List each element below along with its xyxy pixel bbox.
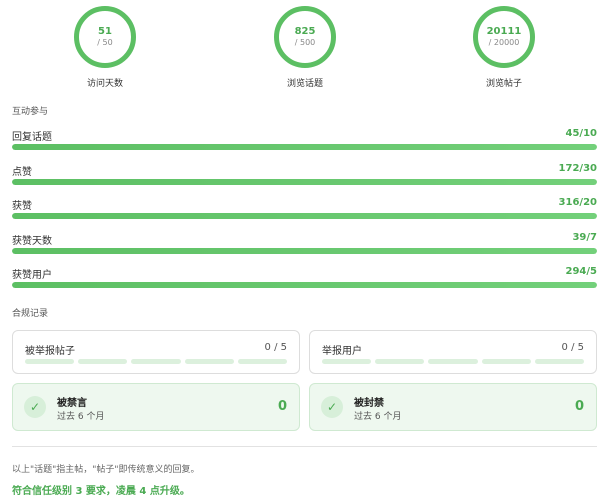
ring-label: 浏览帖子 <box>485 79 522 89</box>
bar-value: 39/7 <box>572 232 597 243</box>
ring-label: 浏览话题 <box>286 79 323 89</box>
segment <box>322 359 372 364</box>
reported-posts-card: 被举报帖子 0 / 5 <box>12 330 300 374</box>
bar-liked-days: 获赞天数 39/7 <box>12 232 597 260</box>
stat-rings: 51 / 50 访问天数 825 / 500 浏览话题 20111 / 2000… <box>0 6 608 96</box>
bar-value: 294/5 <box>565 266 597 277</box>
segment <box>481 359 531 364</box>
progress-track <box>12 179 597 185</box>
segment <box>428 359 478 364</box>
card-title: 举报用户 <box>322 346 362 357</box>
bar-label: 获赞天数 <box>12 236 52 247</box>
bar-label: 回复话题 <box>12 132 52 143</box>
progress-fill <box>12 248 597 254</box>
ring-posts-read: 20111 / 20000 浏览帖子 <box>444 6 564 89</box>
ring-value: 20111 <box>486 26 522 37</box>
progress-ring: 51 / 50 <box>74 6 136 68</box>
ring-max: / 20000 <box>488 38 520 47</box>
card-count: 0 <box>277 399 287 414</box>
card-subtitle: 过去 6 个月 <box>354 412 402 422</box>
card-subtitle: 过去 6 个月 <box>57 412 105 422</box>
progress-fill <box>12 179 597 185</box>
segment-bar <box>25 359 288 364</box>
ring-visit-days: 51 / 50 访问天数 <box>45 6 165 89</box>
progress-track <box>12 144 597 150</box>
ring-topics-viewed: 825 / 500 浏览话题 <box>245 6 365 89</box>
check-icon: ✓ <box>24 396 46 418</box>
progress-track <box>12 248 597 254</box>
card-count: 0 / 5 <box>264 342 287 353</box>
bar-value: 316/20 <box>558 197 597 208</box>
suspended-card: ✓ 被封禁 过去 6 个月 0 <box>309 383 597 431</box>
ring-max: / 50 <box>97 38 113 47</box>
segment <box>534 359 585 364</box>
progress-ring: 20111 / 20000 <box>473 6 535 68</box>
progress-track <box>12 213 597 219</box>
silenced-card: ✓ 被禁言 过去 6 个月 0 <box>12 383 300 431</box>
bar-value: 172/30 <box>558 163 597 174</box>
interaction-section-title: 互动参与 <box>12 107 49 117</box>
compliance-section-title: 合规记录 <box>12 309 49 319</box>
check-icon: ✓ <box>321 396 343 418</box>
segment <box>184 359 234 364</box>
bar-replied-topics: 回复话题 45/10 <box>12 128 597 156</box>
progress-fill <box>12 144 597 150</box>
footnote: 以上"话题"指主帖，"帖子"即传统意义的回复。 <box>12 465 200 475</box>
ring-max: / 500 <box>294 38 316 47</box>
ring-label: 访问天数 <box>86 79 123 89</box>
ring-value: 825 <box>294 26 316 37</box>
bar-label: 获赞 <box>12 201 32 212</box>
status-summary: 符合信任级别 3 要求，凌晨 4 点升级。 <box>12 486 190 497</box>
card-title: 被封禁 <box>354 398 384 409</box>
bar-liked-users: 获赞用户 294/5 <box>12 266 597 294</box>
progress-ring: 825 / 500 <box>274 6 336 68</box>
bar-likes-given: 点赞 172/30 <box>12 163 597 191</box>
segment <box>25 359 75 364</box>
segment <box>78 359 128 364</box>
bar-value: 45/10 <box>565 128 597 139</box>
card-count: 0 <box>574 399 584 414</box>
progress-track <box>12 282 597 288</box>
ring-value: 51 <box>98 26 112 37</box>
progress-fill <box>12 282 597 288</box>
segment <box>375 359 425 364</box>
card-count: 0 / 5 <box>561 342 584 353</box>
trust-level-requirements: 51 / 50 访问天数 825 / 500 浏览话题 20111 / 2000… <box>0 0 608 500</box>
bar-likes-received: 获赞 316/20 <box>12 197 597 225</box>
card-title: 被举报帖子 <box>25 346 75 357</box>
card-title: 被禁言 <box>57 398 87 409</box>
bar-label: 获赞用户 <box>12 270 52 281</box>
divider <box>12 446 597 447</box>
bar-label: 点赞 <box>12 167 32 178</box>
segment <box>237 359 288 364</box>
progress-fill <box>12 213 597 219</box>
reported-users-card: 举报用户 0 / 5 <box>309 330 597 374</box>
segment-bar <box>322 359 585 364</box>
segment <box>131 359 181 364</box>
